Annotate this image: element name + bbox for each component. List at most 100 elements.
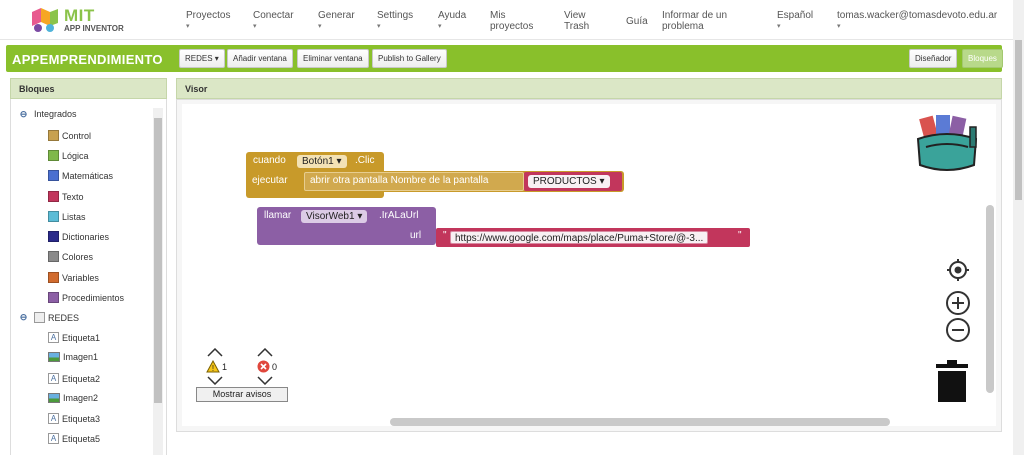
webviewer-gotourl-block[interactable]: llamar VisorWeb1 ▾ .IrALaUrl url [257, 207, 436, 245]
tree-item-component[interactable]: A Etiqueta3 [48, 413, 100, 424]
quote-close-icon: " [738, 230, 742, 241]
show-warnings-button[interactable]: Mostrar avisos [196, 387, 288, 402]
user-menu[interactable]: tomas.wacker@tomasdevoto.edu.ar ▾ [837, 10, 997, 32]
page-scrollbar[interactable] [1013, 0, 1024, 455]
language-label: Español [777, 10, 814, 21]
variables-color-icon [48, 272, 59, 283]
collapse-icon[interactable]: ⊖ [19, 109, 28, 119]
workspace-horizontal-scrollbar[interactable] [390, 418, 890, 426]
math-color-icon [48, 170, 59, 181]
link-guia[interactable]: Guía [626, 16, 648, 27]
menu-ayuda-label: Ayuda [438, 10, 467, 21]
tree-item-label: Colores [62, 251, 94, 262]
tree-item-component[interactable]: A Etiqueta1 [48, 332, 100, 343]
tree-item-procedures[interactable]: Procedimientos [48, 292, 124, 303]
button-component-dropdown[interactable]: Botón1 ▾ [297, 155, 347, 168]
text-color-icon [48, 191, 59, 202]
open-another-screen-block[interactable]: abrir otra pantalla Nombre de la pantall… [304, 172, 524, 191]
tree-item-label: Etiqueta1 [62, 332, 101, 343]
call-label: llamar [264, 210, 292, 221]
open-screen-label: abrir otra pantalla Nombre de la pantall… [310, 175, 489, 186]
screen-name-text-block[interactable]: PRODUCTOS ▾ [524, 172, 622, 191]
tree-item-control[interactable]: Control [48, 130, 91, 141]
tree-scrollbar-thumb[interactable] [154, 118, 162, 403]
label-icon: A [48, 332, 59, 343]
bee-logo-icon [32, 8, 58, 32]
tree-item-screen[interactable]: ⊖ REDES [19, 312, 79, 323]
collapse-icon[interactable]: ⊖ [19, 313, 28, 322]
tree-item-label: Etiqueta5 [62, 433, 101, 444]
screen-name-dropdown[interactable]: PRODUCTOS ▾ [528, 175, 610, 188]
menu-settings-label: Settings [377, 10, 414, 21]
error-next-icon[interactable] [257, 376, 273, 385]
tree-item-component[interactable]: Imagen2 [48, 393, 98, 403]
workspace-vertical-scrollbar[interactable] [986, 205, 994, 393]
tree-item-colors[interactable]: Colores [48, 251, 93, 262]
tree-item-text[interactable]: Texto [48, 191, 84, 202]
report-line2: problema [662, 21, 704, 32]
designer-button[interactable]: Diseñador [909, 49, 958, 68]
menu-proyectos-label: Proyectos [186, 10, 231, 21]
lists-color-icon [48, 211, 59, 222]
chevron-down-icon: ▾ [837, 23, 841, 30]
app-inventor-logo[interactable]: MIT APP INVENTOR [28, 4, 128, 36]
tree-item-label: Texto [62, 191, 84, 202]
event-do-label: ejecutar [252, 175, 288, 186]
publish-gallery-button[interactable]: Publish to Gallery [372, 49, 447, 68]
url-param-label: url [410, 230, 422, 241]
link-report-problem[interactable]: Informar de un problema [662, 10, 727, 32]
url-text-block[interactable]: " https://www.google.com/maps/place/Puma… [436, 228, 750, 247]
svg-text:!: ! [212, 364, 214, 373]
tree-item-label: Imagen1 [63, 352, 99, 362]
chevron-down-icon: ▾ [318, 23, 322, 30]
tree-item-variables[interactable]: Variables [48, 272, 99, 283]
event-click-label: .Clic [355, 155, 375, 166]
tree-item-label: Listas [62, 211, 86, 222]
blocks-button[interactable]: Bloques [962, 49, 1003, 68]
tree-scrollbar[interactable] [153, 108, 163, 455]
tree-item-dictionaries[interactable]: Dictionaries [48, 231, 109, 242]
tree-item-component[interactable]: A Etiqueta5 [48, 433, 100, 444]
warning-count: 1 [222, 362, 228, 372]
event-when-label: cuando [253, 155, 286, 166]
tree-item-component[interactable]: Imagen1 [48, 352, 98, 362]
tree-item-integrated[interactable]: ⊖ Integrados [19, 109, 77, 119]
tree-item-component[interactable]: A Etiqueta2 [48, 373, 100, 384]
center-target-icon[interactable] [946, 258, 970, 282]
warning-next-icon[interactable] [207, 376, 223, 385]
image-icon [48, 352, 60, 362]
language-menu[interactable]: Español ▾ [777, 10, 813, 32]
error-prev-icon[interactable] [257, 348, 273, 357]
logic-color-icon [48, 150, 59, 161]
menu-ayuda[interactable]: Ayuda ▾ [438, 10, 466, 32]
mis-proyectos-line1: Mis [490, 10, 506, 21]
tree-item-logic[interactable]: Lógica [48, 150, 89, 161]
backpack-icon[interactable] [912, 113, 982, 177]
menu-conectar-label: Conectar [253, 10, 294, 21]
link-view-trash[interactable]: View Trash [564, 10, 589, 32]
guia-label: Guía [626, 16, 648, 27]
screen-select[interactable]: REDES ▾ [179, 49, 225, 68]
zoom-out-icon[interactable] [945, 317, 971, 343]
tree-item-lists[interactable]: Listas [48, 211, 86, 222]
menu-conectar[interactable]: Conectar ▾ [253, 10, 294, 32]
chevron-down-icon: ▾ [377, 23, 381, 30]
tree-item-integrated-label: Integrados [34, 109, 77, 119]
warning-prev-icon[interactable] [207, 348, 223, 357]
tree-item-label: Dictionaries [62, 231, 110, 242]
blocks-panel-header: Bloques [10, 78, 167, 99]
url-text-value[interactable]: https://www.google.com/maps/place/Puma+S… [450, 231, 709, 244]
menu-generar[interactable]: Generar ▾ [318, 10, 355, 32]
control-color-icon [48, 130, 59, 141]
zoom-in-icon[interactable] [945, 290, 971, 316]
remove-screen-button[interactable]: Eliminar ventana [297, 49, 369, 68]
add-screen-button[interactable]: Añadir ventana [227, 49, 293, 68]
trash-icon[interactable] [935, 359, 969, 403]
menu-settings[interactable]: Settings ▾ [377, 10, 413, 32]
webviewer-component-dropdown[interactable]: VisorWeb1 ▾ [301, 210, 368, 223]
link-mis-proyectos[interactable]: Mis proyectos [490, 10, 533, 32]
error-circle-icon [257, 360, 270, 373]
tree-item-math[interactable]: Matemáticas [48, 170, 113, 181]
page-scrollbar-thumb[interactable] [1015, 40, 1022, 200]
menu-proyectos[interactable]: Proyectos ▾ [186, 10, 230, 32]
